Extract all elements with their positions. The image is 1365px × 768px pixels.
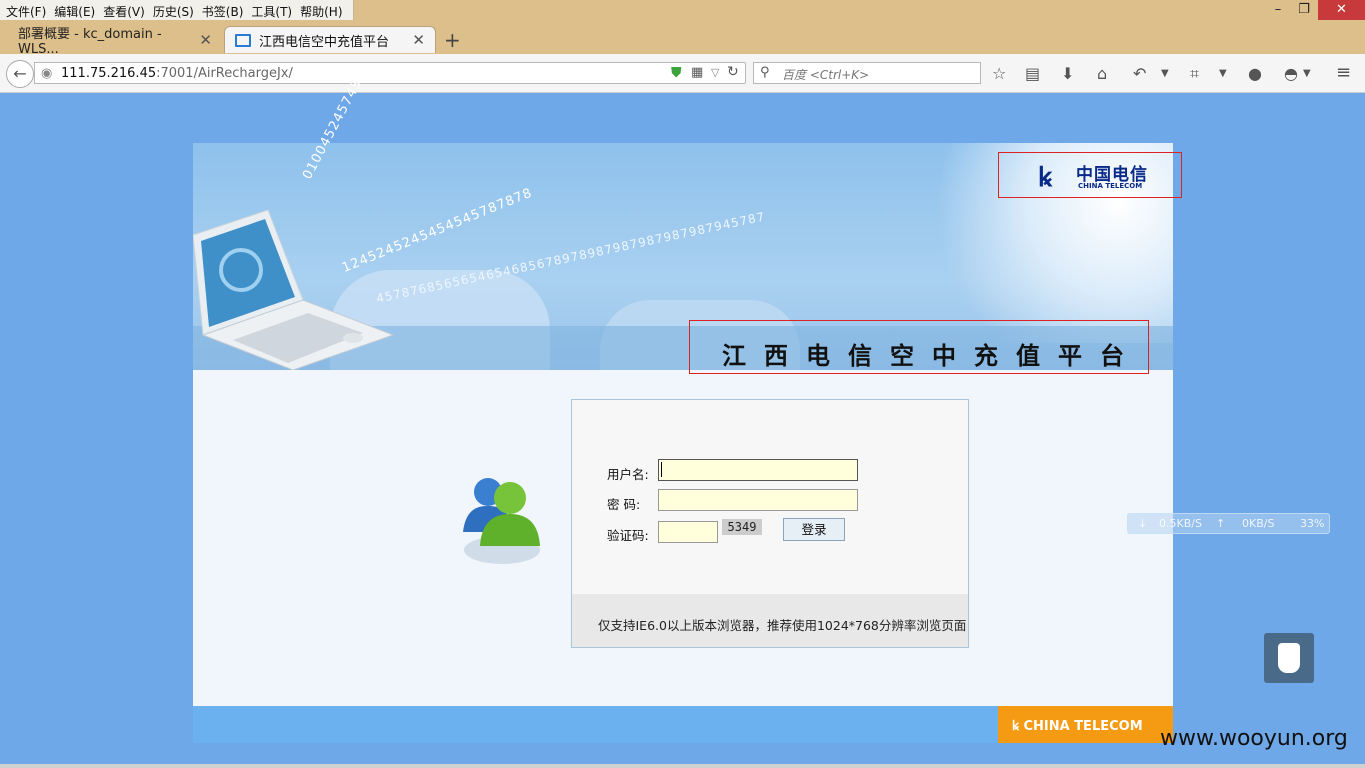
menu-history[interactable]: 历史(S) [151, 0, 200, 20]
new-tab-button[interactable]: + [444, 28, 461, 52]
captcha-image[interactable]: 5349 [722, 519, 762, 535]
mask-icon[interactable]: ◓ [1284, 64, 1298, 83]
menu-tools[interactable]: 工具(T) [249, 0, 298, 20]
password-label: 密 码: [607, 497, 641, 512]
shield-icon[interactable]: ⛊ [671, 65, 682, 81]
menu-help[interactable]: 帮助(H) [298, 0, 348, 20]
text-cursor [661, 462, 662, 477]
captcha-input[interactable] [658, 521, 718, 543]
globe-icon: ◉ [41, 66, 53, 81]
minimize-button[interactable]: – [1264, 0, 1292, 20]
tab-recharge-platform[interactable]: 江西电信空中充值平台 ✕ [224, 26, 436, 53]
reading-list-icon[interactable]: ▤ [1025, 64, 1040, 83]
dropdown-icon[interactable]: ▽ [711, 66, 719, 79]
qr-code-icon[interactable]: ▦ [691, 65, 703, 80]
dropdown-icon[interactable]: ▼ [1161, 68, 1169, 79]
monitor-icon [235, 33, 251, 47]
download-arrow-icon: ↓ [1138, 517, 1148, 530]
upload-speed: 0KB/S [1242, 517, 1275, 530]
china-telecom-logo-icon: ꝃ [1012, 719, 1024, 734]
crop-icon[interactable]: ⌗ [1190, 64, 1199, 84]
menu-bar: 文件(F) 编辑(E) 查看(V) 历史(S) 书签(B) 工具(T) 帮助(H… [0, 0, 354, 20]
watermark: www.wooyun.org [1160, 726, 1348, 751]
china-telecom-logo-icon: ꝃ [1038, 163, 1052, 193]
upload-arrow-icon: ↑ [1216, 517, 1226, 530]
search-bar[interactable]: ⚲ 百度 <Ctrl+K> [753, 62, 981, 84]
search-icon: ⚲ [760, 65, 770, 80]
url-text[interactable]: 111.75.216.45:7001/AirRechargeJx/ [61, 66, 293, 81]
menu-bookmarks[interactable]: 书签(B) [200, 0, 250, 20]
reload-icon[interactable]: ↻ [727, 64, 739, 80]
usb-icon [1278, 643, 1300, 673]
network-speed-widget[interactable]: ↓ 0.5KB/S ↑ 0KB/S 33% [1127, 513, 1330, 534]
login-button[interactable]: 登录 [783, 518, 845, 541]
laptop-illustration [193, 209, 393, 370]
close-window-button[interactable]: ✕ [1318, 0, 1365, 20]
username-label: 用户名: [607, 467, 649, 482]
footer-brand: ꝃ CHINA TELECOM [1012, 716, 1143, 734]
taskbar-strip [0, 764, 1365, 768]
usage-percent: 33% [1300, 517, 1325, 530]
search-input[interactable]: 百度 <Ctrl+K> [782, 66, 869, 83]
password-input[interactable] [658, 489, 858, 511]
download-icon[interactable]: ⬇ [1061, 64, 1074, 83]
close-icon[interactable]: ✕ [412, 31, 425, 49]
close-icon[interactable]: ✕ [199, 31, 212, 49]
bookmark-star-icon[interactable]: ☆ [992, 64, 1006, 83]
hamburger-menu-icon[interactable]: ≡ [1336, 62, 1351, 83]
footer-brand-text: CHINA TELECOM [1023, 719, 1143, 734]
tab-label: 江西电信空中充值平台 [259, 34, 390, 50]
chat-bubble-icon[interactable]: ● [1248, 64, 1262, 83]
url-path: :7001/AirRechargeJx/ [156, 66, 293, 81]
menu-edit[interactable]: 编辑(E) [52, 0, 101, 20]
dropdown-icon[interactable]: ▼ [1303, 68, 1311, 79]
tab-deploy-summary[interactable]: 部署概要 - kc_domain - WLS... ✕ [8, 26, 222, 57]
undo-icon[interactable]: ↶ [1133, 64, 1146, 83]
username-input[interactable] [658, 459, 858, 481]
tab-label: 部署概要 - kc_domain - WLS... [18, 26, 162, 57]
home-icon[interactable]: ⌂ [1097, 64, 1107, 83]
menu-view[interactable]: 查看(V) [101, 0, 151, 20]
dropdown-icon[interactable]: ▼ [1219, 68, 1227, 79]
url-host: 111.75.216.45 [61, 66, 157, 81]
logo-english: CHINA TELECOM [1078, 182, 1143, 190]
download-speed: 0.5KB/S [1159, 517, 1202, 530]
browser-support-note: 仅支持IE6.0以上版本浏览器，推荐使用1024*768分辨率浏览页面 [598, 618, 967, 633]
back-button[interactable]: ← [6, 60, 34, 88]
menu-file[interactable]: 文件(F) [4, 0, 52, 20]
page-title: 江西电信空中充值平台 [722, 341, 1142, 370]
captcha-label: 验证码: [607, 528, 649, 543]
user-avatar-icon [463, 478, 540, 564]
maximize-button[interactable]: ❐ [1290, 0, 1318, 20]
url-bar[interactable]: ◉ 111.75.216.45:7001/AirRechargeJx/ ⛊ ▦ … [34, 62, 746, 84]
